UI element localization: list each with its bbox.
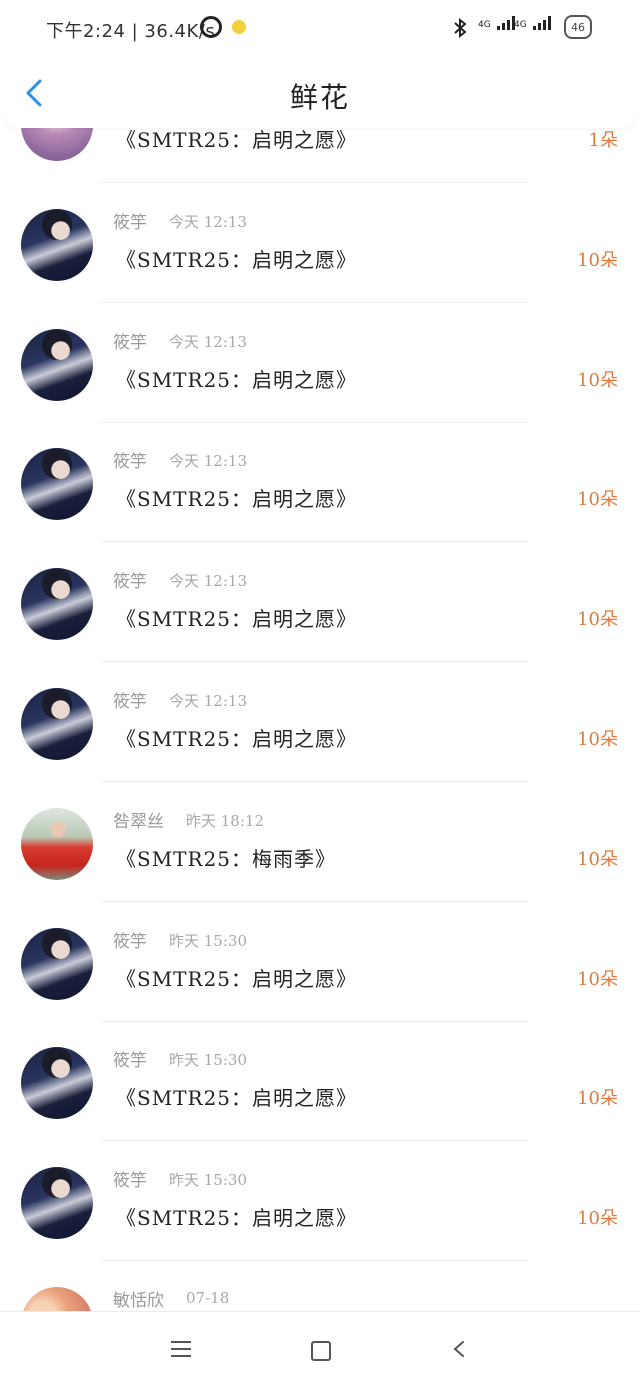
list-item[interactable]: 筱竽 今天 12:13 《SMTR25：启明之愿》 10朵 [0,304,640,424]
flower-count: 10朵 [577,969,618,990]
system-nav-bar [0,1311,640,1388]
avatar[interactable] [21,688,93,760]
gift-title: 《SMTR25：启明之愿》 [116,727,358,751]
list-item[interactable]: 筱竽 今天 12:13 《SMTR25：启明之愿》 10朵 [0,543,640,663]
avatar[interactable] [21,448,93,520]
row-divider [101,781,529,782]
avatar[interactable] [21,1167,93,1239]
row-divider [101,182,529,183]
sender-name: 筱竽 [113,572,147,592]
row-divider [101,1260,529,1261]
flower-count: 10朵 [577,370,618,391]
send-time: 昨天 15:30 [169,932,247,950]
signal-2: 4G [514,14,551,30]
row-divider [101,541,529,542]
flower-count: 10朵 [577,609,618,630]
status-time-speed: 下午2:24 | 36.4K/s [46,21,216,42]
network-type-1: 4G [478,20,491,30]
send-time: 昨天 18:12 [186,812,264,830]
list-item[interactable]: 筱竽 昨天 15:30 《SMTR25：启明之愿》 10朵 [0,903,640,1023]
notification-app-icon [232,20,246,34]
send-time: 今天 12:13 [169,213,247,231]
gift-title: 《SMTR25：启明之愿》 [116,1206,358,1230]
send-time: 07-18 [186,1289,230,1307]
sender-name: 筱竽 [113,932,147,952]
flower-count: 10朵 [577,1088,618,1109]
page-title: 鲜花 [289,81,350,114]
flower-count: 10朵 [577,1208,618,1229]
signal-bars-icon [532,14,551,30]
send-time: 今天 12:13 [169,572,247,590]
send-time: 昨天 15:30 [169,1171,247,1189]
signal-bars-icon [496,14,515,30]
flower-count: 10朵 [577,489,618,510]
gift-title: 《SMTR25：启明之愿》 [116,128,358,152]
bluetooth-icon [454,18,467,38]
sender-name: 咎翠丝 [113,812,164,832]
list-item[interactable]: 筱竽 今天 12:13 《SMTR25：启明之愿》 10朵 [0,184,640,304]
list-item[interactable]: 筱竽 今天 12:13 《SMTR25：启明之愿》 10朵 [0,423,640,543]
gift-title: 《SMTR25：启明之愿》 [116,248,358,272]
row-divider [101,661,529,662]
recent-apps-button[interactable] [171,1341,191,1357]
sender-name: 筱竽 [113,692,147,712]
avatar[interactable] [21,928,93,1000]
panda-app-icon [200,16,222,38]
gift-title: 《SMTR25：启明之愿》 [116,1086,358,1110]
send-time: 今天 12:13 [169,333,247,351]
send-time: 昨天 15:30 [169,1051,247,1069]
send-time: 今天 12:13 [169,692,247,710]
row-divider [101,1140,529,1141]
flower-count: 1朵 [588,130,618,151]
list-item[interactable]: 筱竽 今天 12:13 《SMTR25：启明之愿》 10朵 [0,663,640,783]
gift-title: 《SMTR25：梅雨季》 [116,847,337,871]
gift-title: 《SMTR25：启明之愿》 [116,607,358,631]
list-item[interactable]: 筱竽 昨天 15:30 《SMTR25：启明之愿》 10朵 [0,1142,640,1262]
flower-count: 10朵 [577,849,618,870]
send-time: 今天 12:13 [169,452,247,470]
gift-title: 《SMTR25：启明之愿》 [116,967,358,991]
sender-name: 敏恬欣 [113,1291,164,1311]
system-back-button[interactable] [452,1340,466,1358]
avatar[interactable] [21,209,93,281]
header-bar: 鲜花 [0,58,640,128]
network-type-2: 4G [514,20,527,30]
gift-title: 《SMTR25：启明之愿》 [116,487,358,511]
avatar[interactable] [21,329,93,401]
list-item[interactable]: 咎翠丝 昨天 18:12 《SMTR25：梅雨季》 10朵 [0,783,640,903]
avatar[interactable] [21,568,93,640]
sender-name: 筱竽 [113,1171,147,1191]
row-divider [101,302,529,303]
signal-1: 4G [478,14,515,30]
flower-count: 10朵 [577,729,618,750]
battery-icon: 46 [564,15,592,39]
avatar[interactable] [21,808,93,880]
avatar[interactable] [21,1047,93,1119]
sender-name: 筱竽 [113,452,147,472]
sender-name: 筱竽 [113,333,147,353]
list-item[interactable]: 筱竽 昨天 15:30 《SMTR25：启明之愿》 10朵 [0,1022,640,1142]
gift-title: 《SMTR25：启明之愿》 [116,368,358,392]
row-divider [101,901,529,902]
status-bar: 下午2:24 | 36.4K/s 4G 4G 46 [0,0,640,58]
flower-count: 10朵 [577,250,618,271]
sender-name: 筱竽 [113,213,147,233]
sender-name: 筱竽 [113,1051,147,1071]
home-button[interactable] [311,1341,331,1361]
